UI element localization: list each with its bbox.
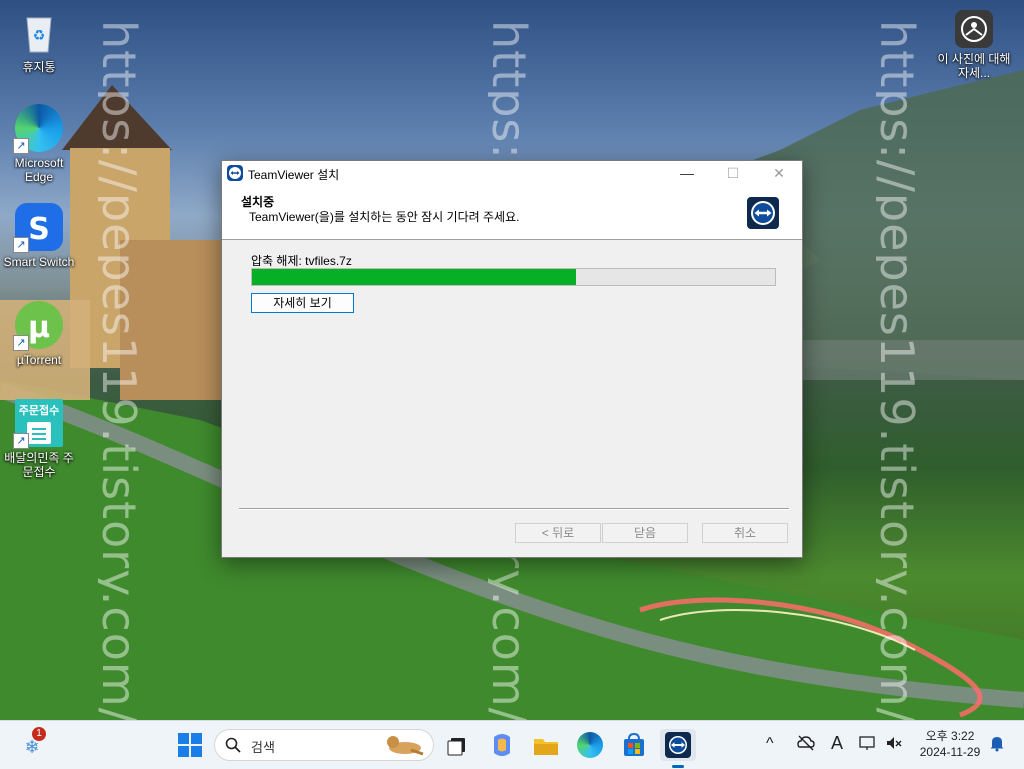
windows-start-icon: [178, 733, 202, 757]
edge-taskbar-button[interactable]: [574, 729, 606, 761]
shortcut-arrow-icon: ↗: [13, 335, 29, 351]
system-clock[interactable]: 오후 3:22 2024-11-29: [912, 728, 988, 760]
file-explorer-button[interactable]: [530, 729, 562, 761]
desktop-icon-learn-about-picture[interactable]: 이 사진에 대해 자세...: [936, 10, 1012, 80]
maximize-button[interactable]: ☐: [710, 161, 756, 185]
window-title: TeamViewer 설치: [248, 168, 340, 182]
teamviewer-logo-icon: [747, 197, 779, 229]
teamviewer-taskbar-button[interactable]: [660, 729, 696, 768]
desktop-icon-recycle-bin[interactable]: ♻ 휴지통: [1, 8, 77, 74]
smart-switch-icon: S ↗: [13, 203, 63, 253]
cancel-button[interactable]: 취소: [702, 523, 788, 543]
desktop-icon-label: Smart Switch: [3, 255, 75, 269]
shortcut-arrow-icon: ↗: [13, 138, 29, 154]
start-button[interactable]: [174, 729, 206, 761]
minimize-button[interactable]: —: [664, 161, 710, 185]
teamviewer-icon: [227, 165, 243, 181]
taskbar-search-box[interactable]: 검색: [214, 729, 434, 761]
page-subheading: TeamViewer(을)를 설치하는 동안 잠시 기다려 주세요.: [249, 210, 520, 224]
search-highlight-mountain-lion-icon: [387, 736, 424, 756]
extraction-status: 압축 해제: tvfiles.7z: [251, 254, 352, 268]
widgets-button[interactable]: ❄ 1: [20, 727, 52, 763]
shortcut-arrow-icon: ↗: [13, 237, 29, 253]
task-view-button[interactable]: [442, 729, 474, 761]
svg-text:S: S: [28, 212, 50, 247]
volume-muted-icon[interactable]: [884, 733, 904, 758]
desktop-icon-label: 이 사진에 대해 자세...: [937, 52, 1011, 80]
teamviewer-icon: [665, 732, 691, 758]
onedrive-offline-icon[interactable]: [796, 733, 816, 758]
show-details-button[interactable]: 자세히 보기: [251, 293, 354, 313]
install-progress-bar: [251, 268, 776, 286]
task-view-icon: [447, 738, 465, 756]
desktop-icon-utorrent[interactable]: µ ↗ µTorrent: [1, 301, 77, 367]
desktop-icon-smart-switch[interactable]: S ↗ Smart Switch: [1, 203, 77, 269]
copilot-icon: [494, 734, 510, 756]
baemin-badge-text: 주문접수: [18, 405, 60, 417]
copilot-button[interactable]: [486, 729, 518, 761]
watermark-text: https://pepes119.tistory.com/: [98, 20, 146, 720]
title-bar[interactable]: TeamViewer 설치 — ☐ ✕: [222, 161, 802, 185]
footer-divider: [239, 508, 789, 510]
search-icon: [225, 737, 241, 753]
close-window-button[interactable]: ✕: [756, 161, 802, 185]
notification-bell-icon[interactable]: [988, 734, 1006, 757]
input-indicator[interactable]: A: [831, 733, 843, 754]
widgets-badge: 1: [32, 727, 46, 741]
watermark-text: https://pepes119.tistory.com/: [876, 20, 924, 720]
utorrent-icon: µ ↗: [13, 301, 63, 351]
edge-icon: [577, 732, 603, 758]
baemin-order-icon: 주문접수 ↗: [13, 399, 63, 449]
edge-icon: ↗: [13, 104, 63, 154]
installer-header: 설치중 TeamViewer(을)를 설치하는 동안 잠시 기다려 주세요.: [222, 185, 802, 240]
desktop-icon-microsoft-edge[interactable]: ↗ Microsoft Edge: [1, 104, 77, 184]
shortcut-arrow-icon: ↗: [13, 433, 29, 449]
microsoft-store-button[interactable]: [618, 729, 650, 761]
microsoft-store-icon: [624, 732, 644, 756]
teamviewer-setup-window: TeamViewer 설치 — ☐ ✕ 설치중 TeamViewer(을)를 설…: [221, 160, 803, 558]
network-icon[interactable]: [858, 733, 878, 758]
taskbar: ❄ 1 검색 ^ A 오후 3:22 2024-11-29: [0, 720, 1024, 769]
desktop-icon-label: 배달의민족 주문접수: [4, 451, 74, 479]
clock-time: 오후 3:22: [925, 729, 975, 743]
desktop-icon-baemin-order[interactable]: 주문접수 ↗ 배달의민족 주문접수: [1, 399, 77, 479]
svg-text:♻: ♻: [33, 27, 46, 43]
svg-text:µ: µ: [28, 310, 50, 345]
file-explorer-icon: [534, 739, 558, 755]
progress-fill: [252, 269, 577, 285]
search-placeholder: 검색: [251, 740, 275, 755]
desktop-icon-label: µTorrent: [16, 353, 62, 367]
learn-about-picture-icon: [955, 10, 993, 48]
desktop-icon-label: Microsoft Edge: [14, 156, 64, 184]
desktop: https://pepes119.tistory.com/ https://pe…: [0, 0, 1024, 720]
show-hidden-icons-button[interactable]: ^: [766, 735, 774, 753]
back-button[interactable]: < 뒤로: [515, 523, 601, 543]
recycle-bin-icon: ♻: [15, 8, 63, 56]
desktop-icon-label: 휴지통: [22, 60, 56, 74]
close-button[interactable]: 닫음: [602, 523, 688, 543]
clock-date: 2024-11-29: [919, 745, 981, 759]
